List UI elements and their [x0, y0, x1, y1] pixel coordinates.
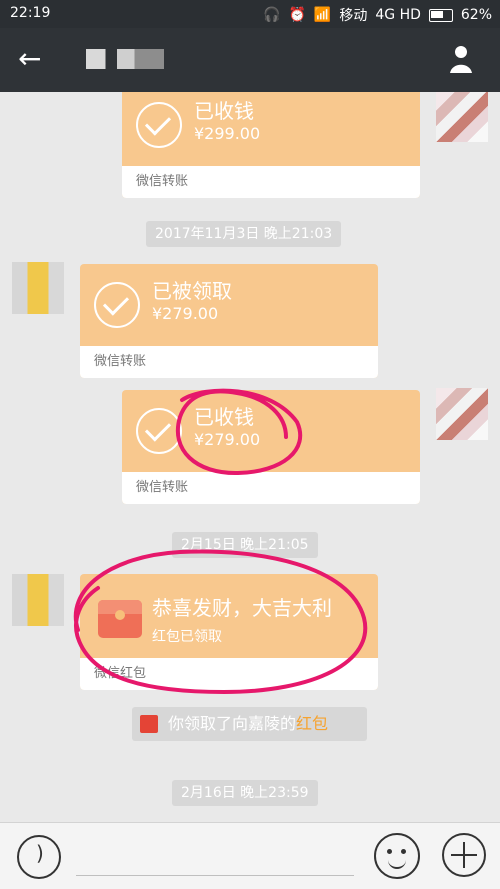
transfer-label: 微信转账	[122, 472, 420, 504]
back-arrow-icon[interactable]: ←	[18, 45, 41, 73]
transfer-card-1[interactable]: 已收钱 ¥299.00 微信转账	[122, 92, 420, 198]
network-label: 4G HD	[375, 7, 421, 23]
chat-title-blurred	[86, 49, 164, 69]
red-packet-notice: 你领取了向嘉陵的红包	[132, 707, 367, 741]
red-packet-status: 红包已领取	[152, 629, 222, 645]
timestamp-1: 2017年11月3日 晚上21:03	[146, 221, 342, 247]
status-bar: 22:19 🎧 ⏰ 📶 移动 4G HD 62%	[0, 0, 500, 28]
notice-link[interactable]: 红包	[296, 714, 328, 733]
check-icon	[94, 282, 140, 328]
transfer-amount: ¥299.00	[194, 124, 261, 143]
plus-icon[interactable]	[442, 833, 486, 877]
transfer-label: 微信转账	[122, 166, 420, 198]
avatar-right[interactable]	[436, 388, 488, 440]
battery-icon	[428, 8, 453, 22]
transfer-amount: ¥279.00	[194, 430, 261, 449]
transfer-title: 已被领取	[152, 279, 232, 303]
voice-icon[interactable]	[17, 835, 61, 879]
status-time: 22:19	[10, 5, 51, 21]
battery-percent: 62%	[460, 7, 492, 23]
status-right: 🎧 ⏰ 📶 移动 4G HD 62%	[263, 5, 492, 25]
transfer-title: 已收钱	[194, 405, 254, 429]
wifi-icon: 📶	[313, 7, 332, 23]
transfer-card-2[interactable]: 已被领取 ¥279.00 微信转账	[80, 264, 378, 378]
chat-area[interactable]: 已收钱 ¥299.00 微信转账 2017年11月3日 晚上21:03 已被领取…	[0, 92, 500, 822]
timestamp-2: 2月15日 晚上21:05	[172, 532, 318, 558]
profile-icon[interactable]	[448, 44, 474, 74]
carrier-label: 移动	[339, 8, 368, 24]
red-packet-small-icon	[140, 715, 158, 733]
transfer-label: 微信转账	[80, 346, 378, 378]
notice-text-wrap: 你领取了向嘉陵的红包	[168, 707, 328, 741]
emoji-icon[interactable]	[374, 833, 420, 879]
notice-text: 你领取了向嘉陵的	[168, 714, 297, 733]
red-packet-title: 恭喜发财，大吉大利	[152, 596, 332, 620]
check-icon	[136, 102, 182, 148]
avatar-left[interactable]	[12, 262, 64, 314]
message-input[interactable]	[76, 875, 354, 876]
red-packet-label: 微信红包	[80, 658, 378, 690]
transfer-amount: ¥279.00	[152, 304, 219, 323]
transfer-card-3[interactable]: 已收钱 ¥279.00 微信转账	[122, 390, 420, 504]
alarm-icon: ⏰	[288, 7, 306, 23]
headphone-icon: 🎧	[263, 7, 281, 23]
check-icon	[136, 408, 182, 454]
input-bar	[0, 822, 500, 889]
timestamp-3: 2月16日 晚上23:59	[172, 780, 318, 806]
red-packet-icon	[98, 600, 142, 638]
avatar-left[interactable]	[12, 574, 64, 626]
avatar-right[interactable]	[436, 92, 488, 142]
transfer-title: 已收钱	[194, 99, 254, 123]
red-packet-card[interactable]: 恭喜发财，大吉大利 红包已领取 微信红包	[80, 574, 378, 690]
chat-header: ←	[0, 28, 500, 92]
